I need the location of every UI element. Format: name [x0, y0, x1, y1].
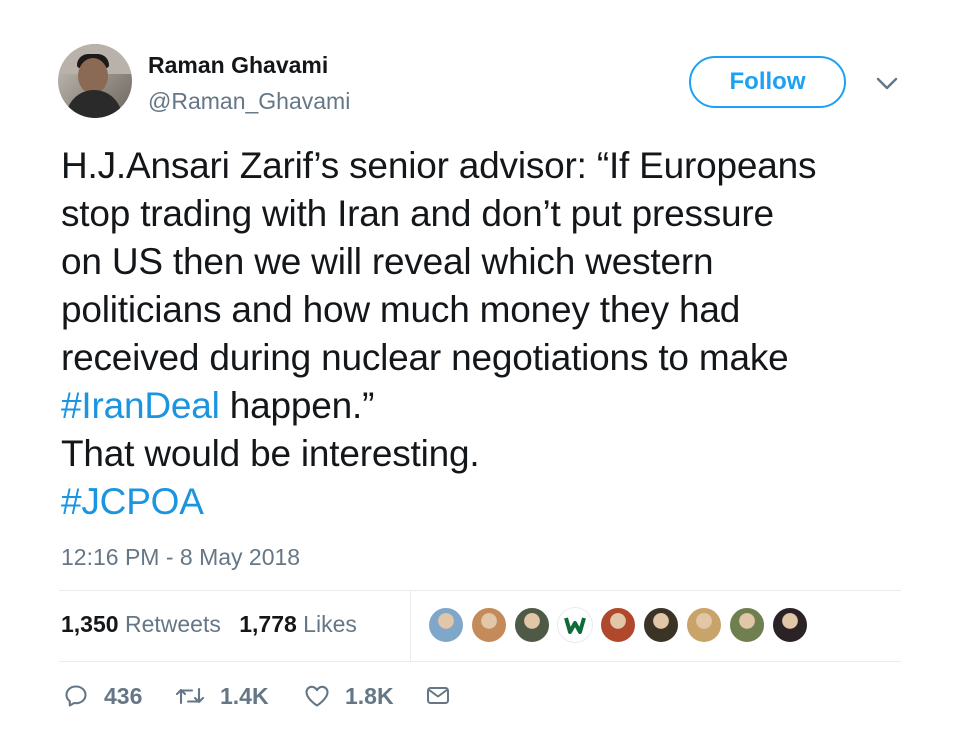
tweet-card: Raman Ghavami @Raman_Ghavami Follow H.J.… — [0, 0, 961, 753]
chevron-down-icon[interactable] — [874, 74, 900, 94]
likes-stat[interactable]: 1,778 Likes — [239, 611, 357, 637]
retweet-button[interactable]: 1.4K — [174, 682, 269, 710]
retweet-icon — [174, 682, 206, 710]
tweet-timestamp[interactable]: 12:16 PM - 8 May 2018 — [61, 544, 300, 571]
liker-avatar[interactable] — [600, 607, 636, 643]
liker-avatar[interactable] — [729, 607, 765, 643]
author-handle[interactable]: @Raman_Ghavami — [148, 88, 350, 115]
author-name[interactable]: Raman Ghavami — [148, 52, 328, 79]
tweet-text: H.J.Ansari Zarif’s senior advisor: “If E… — [61, 142, 931, 526]
tweet-line: H.J.Ansari Zarif’s senior advisor: “If E… — [61, 145, 817, 186]
liker-avatar[interactable] — [428, 607, 464, 643]
tweet-line: received during nuclear negotiations to … — [61, 337, 789, 378]
like-count: 1.8K — [345, 682, 394, 709]
retweets-count: 1,350 — [61, 611, 119, 637]
divider — [59, 590, 901, 591]
like-button[interactable]: 1.8K — [303, 682, 394, 710]
likes-label: Likes — [303, 611, 357, 637]
tweet-line: That would be interesting. — [61, 433, 480, 474]
reply-button[interactable]: 436 — [62, 682, 142, 710]
hashtag-jcpoa-link[interactable]: #JCPOA — [61, 481, 204, 522]
tweet-line: #JCPOA — [61, 478, 931, 526]
heart-icon — [303, 682, 331, 710]
engagement-stats: 1,350 Retweets 1,778 Likes — [61, 611, 369, 638]
author-avatar[interactable] — [58, 44, 132, 118]
liker-avatar[interactable] — [643, 607, 679, 643]
retweets-label: Retweets — [124, 611, 221, 637]
liker-avatar[interactable] — [471, 607, 507, 643]
divider — [59, 661, 901, 662]
tweet-line: politicians and how much money they had — [61, 289, 741, 330]
tweet-line: on US then we will reveal which western — [61, 241, 714, 282]
reply-count: 436 — [104, 682, 143, 709]
liker-avatar[interactable] — [514, 607, 550, 643]
follow-button[interactable]: Follow — [689, 56, 846, 108]
tweet-line: stop trading with Iran and don’t put pre… — [61, 193, 774, 234]
divider — [410, 591, 411, 661]
tweet-text-fragment: happen.” — [219, 385, 375, 426]
reply-icon — [62, 682, 90, 710]
retweet-count: 1.4K — [220, 682, 269, 709]
retweets-stat[interactable]: 1,350 Retweets — [61, 611, 221, 637]
liker-avatar-logo[interactable] — [557, 607, 593, 643]
envelope-icon — [425, 682, 451, 708]
tweet-line: #IranDeal happen.” — [61, 382, 931, 430]
direct-message-button[interactable] — [425, 682, 451, 708]
likes-count: 1,778 — [239, 611, 297, 637]
hashtag-irandeal-link[interactable]: #IranDeal — [61, 385, 220, 426]
liker-avatar[interactable] — [772, 607, 808, 643]
liker-avatar[interactable] — [686, 607, 722, 643]
